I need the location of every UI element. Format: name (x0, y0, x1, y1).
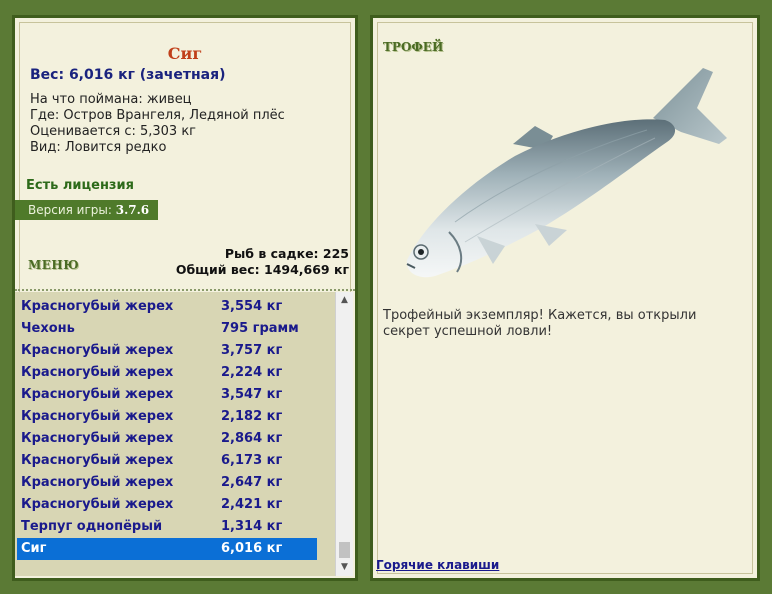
catch-list[interactable]: Красногубый жерех 3,554 кг Чехонь 795 грамм… (15, 292, 335, 576)
catch-fish-name: Красногубый жерех (21, 387, 174, 402)
catch-row[interactable]: Терпуг однопёрый 1,314 кг (17, 516, 317, 538)
catch-row[interactable]: Чехонь 795 грамм (17, 318, 317, 340)
total-weight: Общий вес: 1494,669 кг (175, 262, 349, 277)
divider (15, 289, 355, 291)
catch-fish-weight: 2,182 кг (221, 409, 283, 424)
catch-fish-weight: 3,554 кг (221, 299, 283, 314)
bait-info: На что поймана: живец (30, 92, 192, 107)
fish-weight: Вес: 6,016 кг (зачетная) (30, 67, 226, 83)
version-label: Версия игры: (28, 203, 112, 217)
hotkeys-link[interactable]: Горячие клавиши (376, 558, 499, 572)
scrollbar-thumb[interactable] (339, 542, 350, 558)
catch-row[interactable]: Красногубый жерех 3,757 кг (17, 340, 317, 362)
trophy-message: Трофейный экземпляр! Кажется, вы открыли… (383, 308, 697, 339)
catch-fish-weight: 2,421 кг (221, 497, 283, 512)
catch-row[interactable]: Красногубый жерех 2,224 кг (17, 362, 317, 384)
catch-fish-name: Сиг (21, 541, 47, 556)
license-status: Есть лицензия (26, 178, 134, 193)
catch-fish-weight: 6,173 кг (221, 453, 283, 468)
catch-fish-name: Красногубый жерех (21, 343, 174, 358)
value-info: Оценивается с: 5,303 кг (30, 124, 197, 139)
catch-row[interactable]: Сиг 6,016 кг (17, 538, 317, 560)
catch-row[interactable]: Красногубый жерех 6,173 кг (17, 450, 317, 472)
catch-row[interactable]: Красногубый жерех 3,547 кг (17, 384, 317, 406)
catch-fish-name: Терпуг однопёрый (21, 519, 163, 534)
right-panel: ТРОФЕЙ Трофейный экземпляр! Кажется, вы … (370, 15, 760, 581)
catch-fish-name: Красногубый жерех (21, 365, 174, 380)
catch-fish-weight: 6,016 кг (221, 541, 283, 556)
catch-fish-weight: 795 грамм (221, 321, 299, 336)
catch-row[interactable]: Красногубый жерех 2,864 кг (17, 428, 317, 450)
catch-fish-weight: 1,314 кг (221, 519, 283, 534)
left-panel: Сиг Вес: 6,016 кг (зачетная) На что пойм… (12, 15, 358, 581)
catch-fish-weight: 3,547 кг (221, 387, 283, 402)
catch-list-scrollbar[interactable]: ▲ ▼ (335, 292, 353, 576)
fish-image (406, 68, 727, 278)
catch-fish-weight: 2,224 кг (221, 365, 283, 380)
species-info: Вид: Ловится редко (30, 140, 167, 155)
catch-row[interactable]: Красногубый жерех 2,421 кг (17, 494, 317, 516)
game-version: Версия игры: 3.7.6 (15, 200, 158, 220)
catch-fish-name: Чехонь (21, 321, 75, 336)
catch-fish-name: Красногубый жерех (21, 299, 174, 314)
catch-fish-name: Красногубый жерех (21, 409, 174, 424)
catch-fish-name: Красногубый жерех (21, 431, 174, 446)
version-value: 3.7.6 (115, 203, 150, 217)
catch-row[interactable]: Красногубый жерех 2,182 кг (17, 406, 317, 428)
catch-fish-weight: 2,864 кг (221, 431, 283, 446)
scroll-down-icon[interactable]: ▼ (336, 559, 353, 576)
catch-fish-weight: 3,757 кг (221, 343, 283, 358)
catch-row[interactable]: Красногубый жерех 2,647 кг (17, 472, 317, 494)
menu-button[interactable]: МЕНЮ (28, 258, 79, 272)
catch-fish-weight: 2,647 кг (221, 475, 283, 490)
catch-fish-name: Красногубый жерех (21, 497, 174, 512)
fish-title: Сиг (167, 44, 203, 63)
location-info: Где: Остров Врангеля, Ледяной плёс (30, 108, 285, 123)
scroll-up-icon[interactable]: ▲ (336, 292, 353, 309)
catch-row[interactable]: Красногубый жерех 3,554 кг (17, 296, 317, 318)
keepnet-stats: Рыб в садке: 225 Общий вес: 1494,669 кг (176, 246, 349, 278)
catch-fish-name: Красногубый жерех (21, 475, 174, 490)
fish-count: Рыб в садке: 225 (224, 246, 349, 261)
catch-fish-name: Красногубый жерех (21, 453, 174, 468)
